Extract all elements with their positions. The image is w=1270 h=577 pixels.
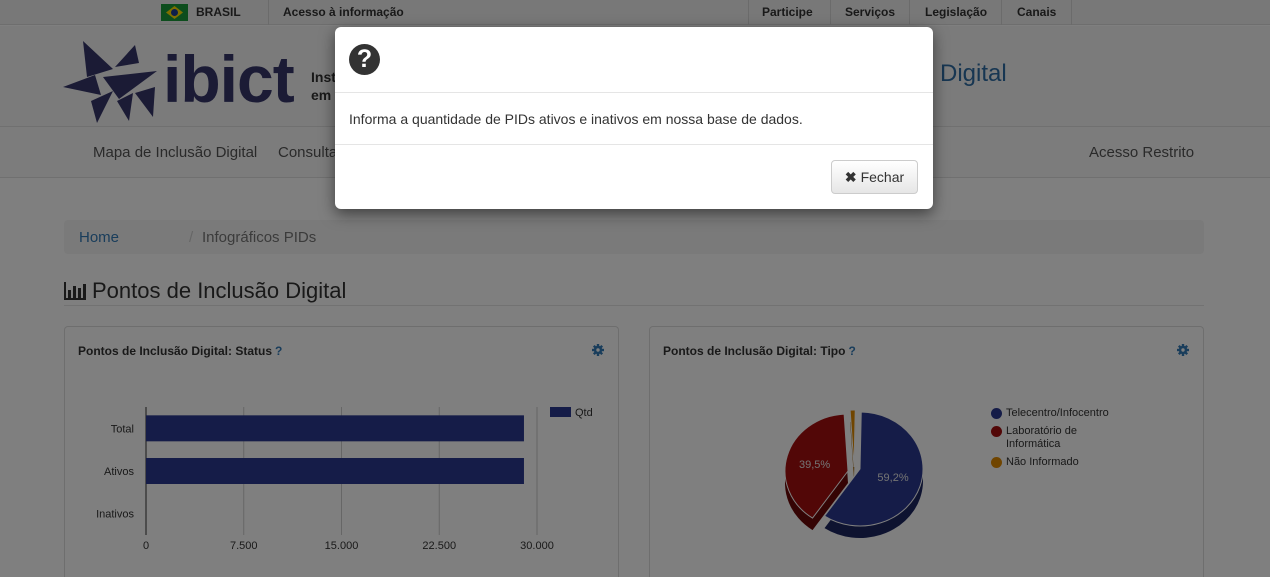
modal-body-text: Informa a quantidade de PIDs ativos e in… (349, 111, 803, 127)
close-button[interactable]: ✖ Fechar (831, 160, 918, 194)
info-modal: ? Informa a quantidade de PIDs ativos e … (335, 27, 933, 209)
close-icon: ✖ (844, 168, 857, 185)
modal-header: ? (335, 27, 933, 93)
question-circle-icon: ? (349, 44, 380, 75)
modal-footer-divider (335, 144, 933, 145)
